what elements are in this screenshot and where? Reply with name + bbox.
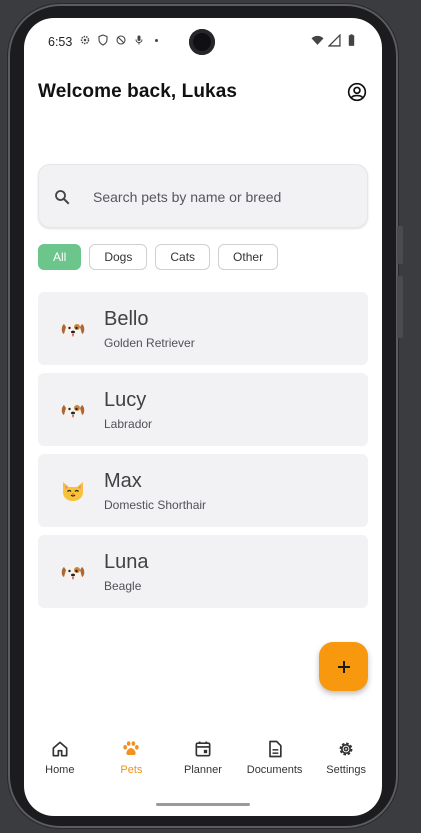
pet-name: Lucy	[104, 389, 147, 411]
bottom-navigation: Home Pets Planner Documents Settings	[24, 732, 382, 792]
pet-card[interactable]: Lucy Labrador	[38, 373, 368, 446]
page-title: Welcome back, Lukas	[38, 81, 238, 102]
document-icon	[268, 740, 282, 758]
chip-all[interactable]: All	[38, 244, 82, 270]
chip-other[interactable]: Other	[218, 244, 279, 270]
nav-label: Planner	[184, 764, 222, 776]
status-time: 6:53	[48, 35, 73, 49]
mic-icon	[135, 35, 143, 45]
paw-icon	[123, 741, 140, 755]
account-circle-icon	[347, 82, 367, 102]
front-camera	[189, 29, 215, 55]
pet-name: Bello	[104, 308, 149, 330]
nav-planner[interactable]: Planner	[167, 732, 239, 792]
pet-card[interactable]: Bello Golden Retriever	[38, 292, 368, 365]
pet-card[interactable]: Luna Beagle	[38, 535, 368, 608]
nav-label: Pets	[120, 764, 143, 776]
add-pet-button[interactable]	[319, 642, 368, 691]
account-button[interactable]	[345, 80, 369, 104]
pet-card[interactable]: Max Domestic Shorthair	[38, 454, 368, 527]
nav-documents[interactable]: Documents	[239, 732, 311, 792]
pet-name: Max	[104, 470, 142, 492]
settings-icon	[80, 35, 90, 45]
gesture-bar[interactable]	[156, 803, 250, 806]
nav-label: Documents	[246, 764, 303, 776]
home-icon	[52, 741, 68, 757]
no-entry-icon	[116, 35, 126, 45]
nav-label: Settings	[326, 764, 367, 776]
dog-face-icon	[61, 321, 85, 339]
add-icon	[337, 660, 350, 673]
pet-breed: Domestic Shorthair	[104, 498, 207, 512]
pet-breed: Golden Retriever	[104, 336, 195, 350]
side-button	[397, 226, 403, 264]
dog-face-icon	[61, 402, 85, 420]
nav-settings[interactable]: Settings	[310, 732, 382, 792]
wifi-icon	[311, 35, 324, 45]
dog-face-icon	[61, 564, 85, 582]
status-bar: 6:53	[24, 18, 382, 66]
gear-icon	[339, 742, 353, 756]
chip-cats[interactable]: Cats	[155, 244, 211, 270]
shield-icon	[98, 34, 108, 46]
cat-face-icon	[63, 482, 83, 501]
signal-icon	[328, 34, 341, 47]
pet-name: Luna	[104, 551, 149, 573]
app-screen: 6:53 Welcome back, Lukas All	[24, 18, 382, 816]
search-input[interactable]	[91, 183, 355, 211]
nav-pets[interactable]: Pets	[96, 732, 168, 792]
nav-label: Home	[45, 764, 75, 776]
search-icon	[55, 190, 70, 205]
battery-icon	[348, 34, 355, 46]
search-bar[interactable]	[38, 164, 368, 228]
volume-button	[397, 276, 403, 338]
nav-home[interactable]: Home	[24, 732, 96, 792]
calendar-icon	[195, 741, 211, 757]
filter-chips: All Dogs Cats Other	[38, 244, 279, 270]
pet-list: Bello Golden Retriever Lucy Labrador Max…	[38, 292, 368, 616]
pet-breed: Beagle	[104, 579, 142, 593]
chip-dogs[interactable]: Dogs	[89, 244, 148, 270]
notification-dot	[155, 38, 158, 42]
pet-breed: Labrador	[104, 417, 153, 431]
